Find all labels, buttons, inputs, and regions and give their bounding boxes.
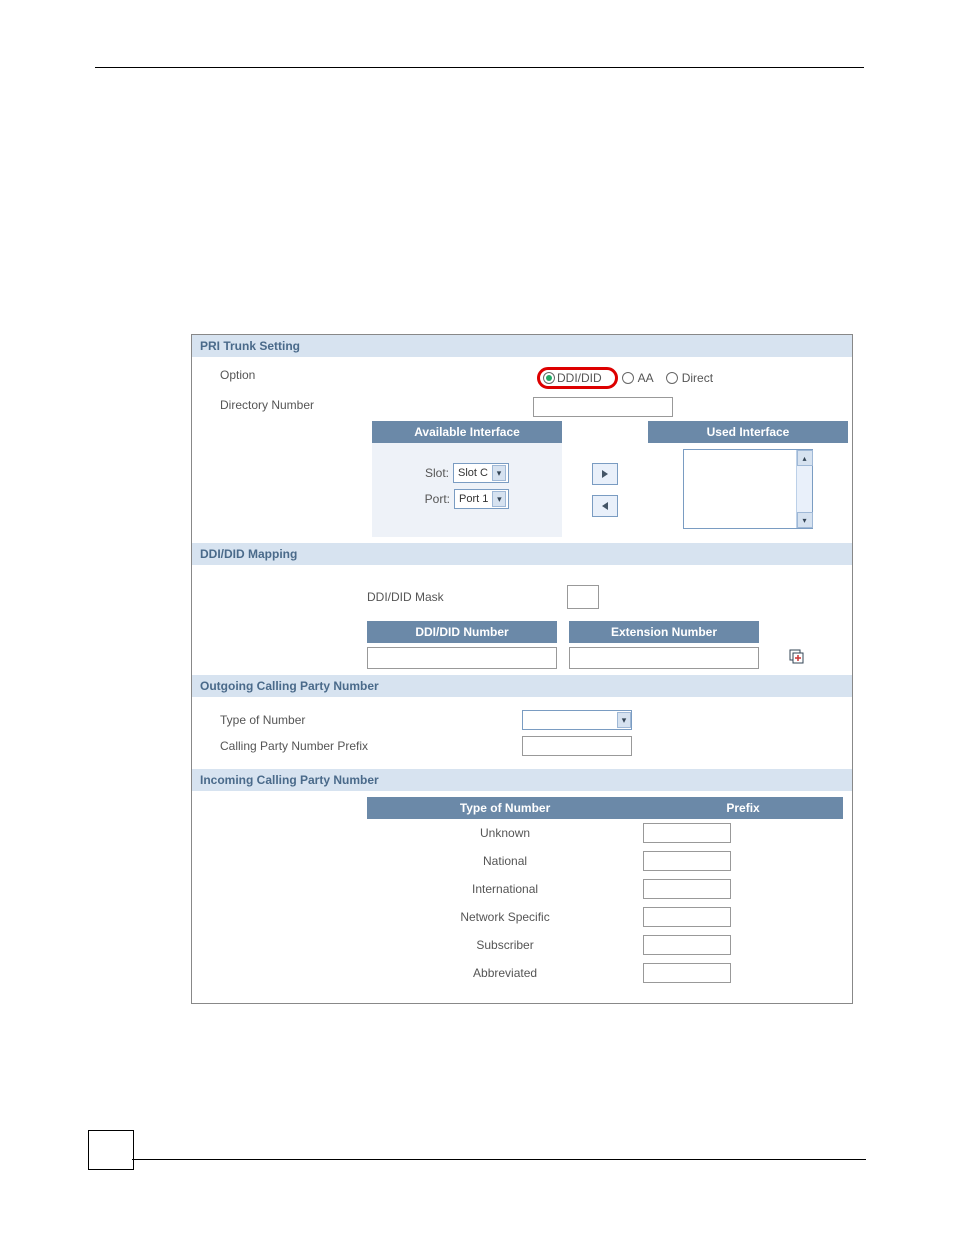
top-horizontal-rule — [95, 67, 864, 68]
chevron-down-icon: ▾ — [617, 712, 631, 728]
page-number-box — [88, 1130, 134, 1170]
radio-direct[interactable] — [666, 372, 678, 384]
port-select-value: Port 1 — [459, 493, 488, 505]
icpn-prefix-input-national[interactable] — [643, 851, 731, 871]
directory-number-input[interactable] — [533, 397, 673, 417]
bottom-horizontal-rule — [132, 1159, 866, 1160]
section-title-ddi-mapping: DDI/DID Mapping — [192, 543, 852, 565]
interface-grid: Available Interface Slot: Slot C ▾ Port: — [192, 421, 852, 537]
used-interface-column: Used Interface ▴ ▾ — [648, 421, 848, 537]
type-of-number-select[interactable]: ▾ — [522, 710, 632, 730]
icpn-prefix-header: Prefix — [643, 797, 843, 819]
icpn-type-international: International — [367, 875, 643, 903]
radio-aa[interactable] — [622, 372, 634, 384]
used-interface-header: Used Interface — [648, 421, 848, 443]
calling-party-prefix-input[interactable] — [522, 736, 632, 756]
used-interface-listbox[interactable]: ▴ ▾ — [683, 449, 813, 529]
ddi-mask-input[interactable] — [567, 585, 599, 609]
chevron-down-icon: ▾ — [492, 491, 506, 507]
slot-select-value: Slot C — [458, 467, 488, 479]
icpn-type-unknown: Unknown — [367, 819, 643, 847]
type-of-number-label: Type of Number — [192, 713, 522, 727]
ddi-mapping-table: DDI/DID Number Extension Number — [367, 621, 852, 669]
icpn-prefix-input-network-specific[interactable] — [643, 907, 731, 927]
icpn-prefix-input-abbreviated[interactable] — [643, 963, 731, 983]
icpn-table: Type of Number Prefix Unknown National I… — [367, 797, 843, 987]
available-interface-column: Available Interface Slot: Slot C ▾ Port: — [372, 421, 562, 537]
icpn-type-subscriber: Subscriber — [367, 931, 643, 959]
icpn-body: Type of Number Prefix Unknown National I… — [192, 791, 852, 1003]
extension-number-input[interactable] — [569, 647, 759, 669]
add-row-icon — [789, 649, 805, 665]
add-row-button[interactable] — [789, 649, 805, 668]
move-left-button[interactable] — [592, 495, 618, 517]
radio-ddi-did-label: DDI/DID — [557, 371, 602, 385]
listbox-scrollbar[interactable]: ▴ ▾ — [796, 450, 812, 528]
icpn-type-network-specific: Network Specific — [367, 903, 643, 931]
ddi-mask-label: DDI/DID Mask — [367, 590, 567, 604]
left-arrow-icon — [600, 501, 610, 511]
scroll-down-button[interactable]: ▾ — [797, 512, 813, 528]
move-right-button[interactable] — [592, 463, 618, 485]
right-arrow-icon — [600, 469, 610, 479]
highlight-ddi-did: DDI/DID — [537, 367, 618, 389]
radio-ddi-did[interactable] — [543, 372, 555, 384]
ddi-number-input[interactable] — [367, 647, 557, 669]
calling-party-prefix-label: Calling Party Number Prefix — [192, 739, 522, 753]
settings-panel: PRI Trunk Setting Option DDI/DID AA Dire… — [191, 334, 853, 1004]
icpn-prefix-input-international[interactable] — [643, 879, 731, 899]
available-interface-header: Available Interface — [372, 421, 562, 443]
chevron-down-icon: ▾ — [492, 465, 506, 481]
slot-select[interactable]: Slot C ▾ — [453, 463, 509, 483]
pri-trunk-body: Option DDI/DID AA Direct Directory Numbe… — [192, 357, 852, 543]
ddi-number-header: DDI/DID Number — [367, 621, 557, 643]
ddi-mapping-body: DDI/DID Mask DDI/DID Number Extension Nu… — [192, 565, 852, 675]
extension-number-header: Extension Number — [569, 621, 759, 643]
option-label: Option — [192, 368, 372, 382]
section-title-ocpn: Outgoing Calling Party Number — [192, 675, 852, 697]
icpn-prefix-input-subscriber[interactable] — [643, 935, 731, 955]
radio-aa-label: AA — [638, 371, 654, 385]
ocpn-body: Type of Number ▾ Calling Party Number Pr… — [192, 697, 852, 769]
icpn-prefix-input-unknown[interactable] — [643, 823, 731, 843]
slot-label: Slot: — [425, 466, 449, 480]
section-title-pri-trunk: PRI Trunk Setting — [192, 335, 852, 357]
port-label: Port: — [425, 492, 450, 506]
directory-number-label: Directory Number — [192, 398, 372, 412]
icpn-type-header: Type of Number — [367, 797, 643, 819]
radio-direct-label: Direct — [682, 371, 713, 385]
icpn-type-abbreviated: Abbreviated — [367, 959, 643, 987]
port-select[interactable]: Port 1 ▾ — [454, 489, 509, 509]
section-title-icpn: Incoming Calling Party Number — [192, 769, 852, 791]
scroll-up-button[interactable]: ▴ — [797, 450, 813, 466]
transfer-buttons-column — [562, 421, 648, 537]
icpn-type-national: National — [367, 847, 643, 875]
